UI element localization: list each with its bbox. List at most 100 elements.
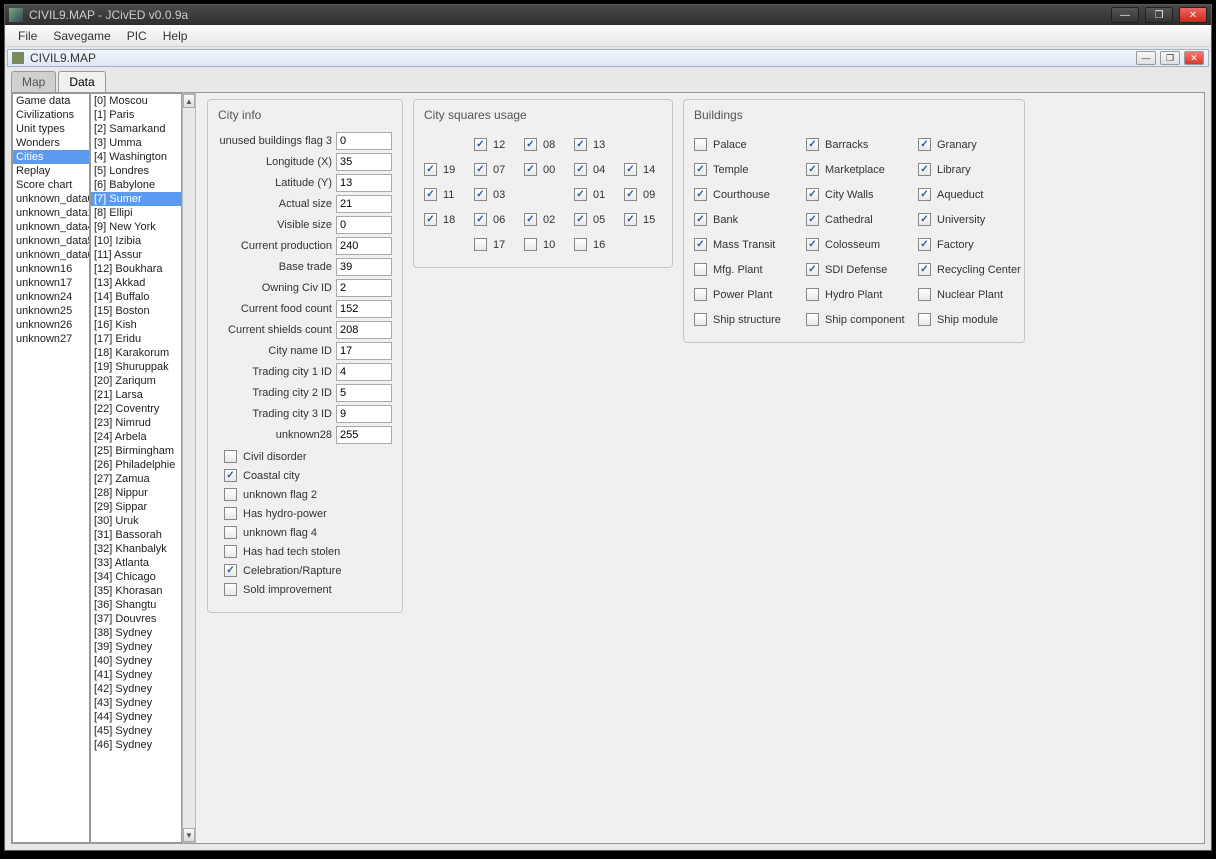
category-item[interactable]: Score chart xyxy=(13,178,89,192)
field-input[interactable] xyxy=(336,342,392,360)
square-checkbox[interactable] xyxy=(474,238,487,251)
city-item[interactable]: [37] Douvres xyxy=(91,612,181,626)
category-item[interactable]: Replay xyxy=(13,164,89,178)
city-listbox[interactable]: [0] Moscou[1] Paris[2] Samarkand[3] Umma… xyxy=(90,93,182,843)
building-checkbox[interactable] xyxy=(806,163,819,176)
building-checkbox[interactable] xyxy=(806,138,819,151)
menu-pic[interactable]: PIC xyxy=(120,27,154,45)
building-checkbox[interactable] xyxy=(918,188,931,201)
menu-help[interactable]: Help xyxy=(156,27,195,45)
square-checkbox[interactable] xyxy=(524,163,537,176)
category-item[interactable]: unknown17 xyxy=(13,276,89,290)
square-checkbox[interactable] xyxy=(424,163,437,176)
building-checkbox[interactable] xyxy=(806,213,819,226)
building-checkbox[interactable] xyxy=(806,188,819,201)
city-item[interactable]: [20] Zariqum xyxy=(91,374,181,388)
checkbox[interactable] xyxy=(224,583,237,596)
scroll-up-icon[interactable]: ▲ xyxy=(183,94,195,108)
city-item[interactable]: [41] Sydney xyxy=(91,668,181,682)
building-checkbox[interactable] xyxy=(918,213,931,226)
city-item[interactable]: [23] Nimrud xyxy=(91,416,181,430)
category-item[interactable]: unknown16 xyxy=(13,262,89,276)
city-item[interactable]: [3] Umma xyxy=(91,136,181,150)
city-item[interactable]: [33] Atlanta xyxy=(91,556,181,570)
doc-close-button[interactable]: ✕ xyxy=(1184,51,1204,65)
doc-restore-button[interactable]: ❐ xyxy=(1160,51,1180,65)
field-input[interactable] xyxy=(336,195,392,213)
category-item[interactable]: Civilizations xyxy=(13,108,89,122)
building-checkbox[interactable] xyxy=(694,163,707,176)
category-item[interactable]: Wonders xyxy=(13,136,89,150)
square-checkbox[interactable] xyxy=(424,213,437,226)
city-item[interactable]: [22] Coventry xyxy=(91,402,181,416)
field-input[interactable] xyxy=(336,279,392,297)
city-item[interactable]: [36] Shangtu xyxy=(91,598,181,612)
category-item[interactable]: unknown_data6 xyxy=(13,248,89,262)
square-checkbox[interactable] xyxy=(574,238,587,251)
city-item[interactable]: [14] Buffalo xyxy=(91,290,181,304)
building-checkbox[interactable] xyxy=(694,313,707,326)
doc-minimize-button[interactable]: — xyxy=(1136,51,1156,65)
city-item[interactable]: [43] Sydney xyxy=(91,696,181,710)
building-checkbox[interactable] xyxy=(918,288,931,301)
category-item[interactable]: Unit types xyxy=(13,122,89,136)
building-checkbox[interactable] xyxy=(918,238,931,251)
city-item[interactable]: [42] Sydney xyxy=(91,682,181,696)
scrollbar[interactable]: ▲ ▼ xyxy=(182,93,196,843)
square-checkbox[interactable] xyxy=(524,213,537,226)
square-checkbox[interactable] xyxy=(424,188,437,201)
city-item[interactable]: [45] Sydney xyxy=(91,724,181,738)
city-item[interactable]: [0] Moscou xyxy=(91,94,181,108)
city-item[interactable]: [31] Bassorah xyxy=(91,528,181,542)
field-input[interactable] xyxy=(336,384,392,402)
square-checkbox[interactable] xyxy=(624,163,637,176)
field-input[interactable] xyxy=(336,237,392,255)
checkbox[interactable] xyxy=(224,488,237,501)
city-item[interactable]: [29] Sippar xyxy=(91,500,181,514)
square-checkbox[interactable] xyxy=(474,188,487,201)
field-input[interactable] xyxy=(336,216,392,234)
city-item[interactable]: [38] Sydney xyxy=(91,626,181,640)
category-item[interactable]: unknown26 xyxy=(13,318,89,332)
city-item[interactable]: [9] New York xyxy=(91,220,181,234)
building-checkbox[interactable] xyxy=(806,238,819,251)
building-checkbox[interactable] xyxy=(918,263,931,276)
building-checkbox[interactable] xyxy=(806,288,819,301)
close-button[interactable]: ✕ xyxy=(1179,7,1207,23)
city-item[interactable]: [6] Babylone xyxy=(91,178,181,192)
checkbox[interactable] xyxy=(224,450,237,463)
category-item[interactable]: unknown27 xyxy=(13,332,89,346)
minimize-button[interactable]: — xyxy=(1111,7,1139,23)
city-item[interactable]: [12] Boukhara xyxy=(91,262,181,276)
square-checkbox[interactable] xyxy=(524,138,537,151)
building-checkbox[interactable] xyxy=(694,188,707,201)
city-item[interactable]: [4] Washington xyxy=(91,150,181,164)
checkbox[interactable] xyxy=(224,564,237,577)
checkbox[interactable] xyxy=(224,469,237,482)
field-input[interactable] xyxy=(336,132,392,150)
square-checkbox[interactable] xyxy=(474,138,487,151)
scroll-down-icon[interactable]: ▼ xyxy=(183,828,195,842)
city-item[interactable]: [2] Samarkand xyxy=(91,122,181,136)
square-checkbox[interactable] xyxy=(474,213,487,226)
city-item[interactable]: [44] Sydney xyxy=(91,710,181,724)
field-input[interactable] xyxy=(336,174,392,192)
city-item[interactable]: [10] Izibia xyxy=(91,234,181,248)
building-checkbox[interactable] xyxy=(694,238,707,251)
square-checkbox[interactable] xyxy=(624,213,637,226)
field-input[interactable] xyxy=(336,300,392,318)
city-item[interactable]: [34] Chicago xyxy=(91,570,181,584)
city-item[interactable]: [39] Sydney xyxy=(91,640,181,654)
city-item[interactable]: [5] Londres xyxy=(91,164,181,178)
category-item[interactable]: unknown25 xyxy=(13,304,89,318)
city-item[interactable]: [30] Uruk xyxy=(91,514,181,528)
category-item[interactable]: unknown_data0 xyxy=(13,192,89,206)
building-checkbox[interactable] xyxy=(918,313,931,326)
checkbox[interactable] xyxy=(224,545,237,558)
category-item[interactable]: unknown_data1 xyxy=(13,206,89,220)
field-input[interactable] xyxy=(336,405,392,423)
square-checkbox[interactable] xyxy=(624,188,637,201)
field-input[interactable] xyxy=(336,153,392,171)
city-item[interactable]: [13] Akkad xyxy=(91,276,181,290)
square-checkbox[interactable] xyxy=(574,163,587,176)
